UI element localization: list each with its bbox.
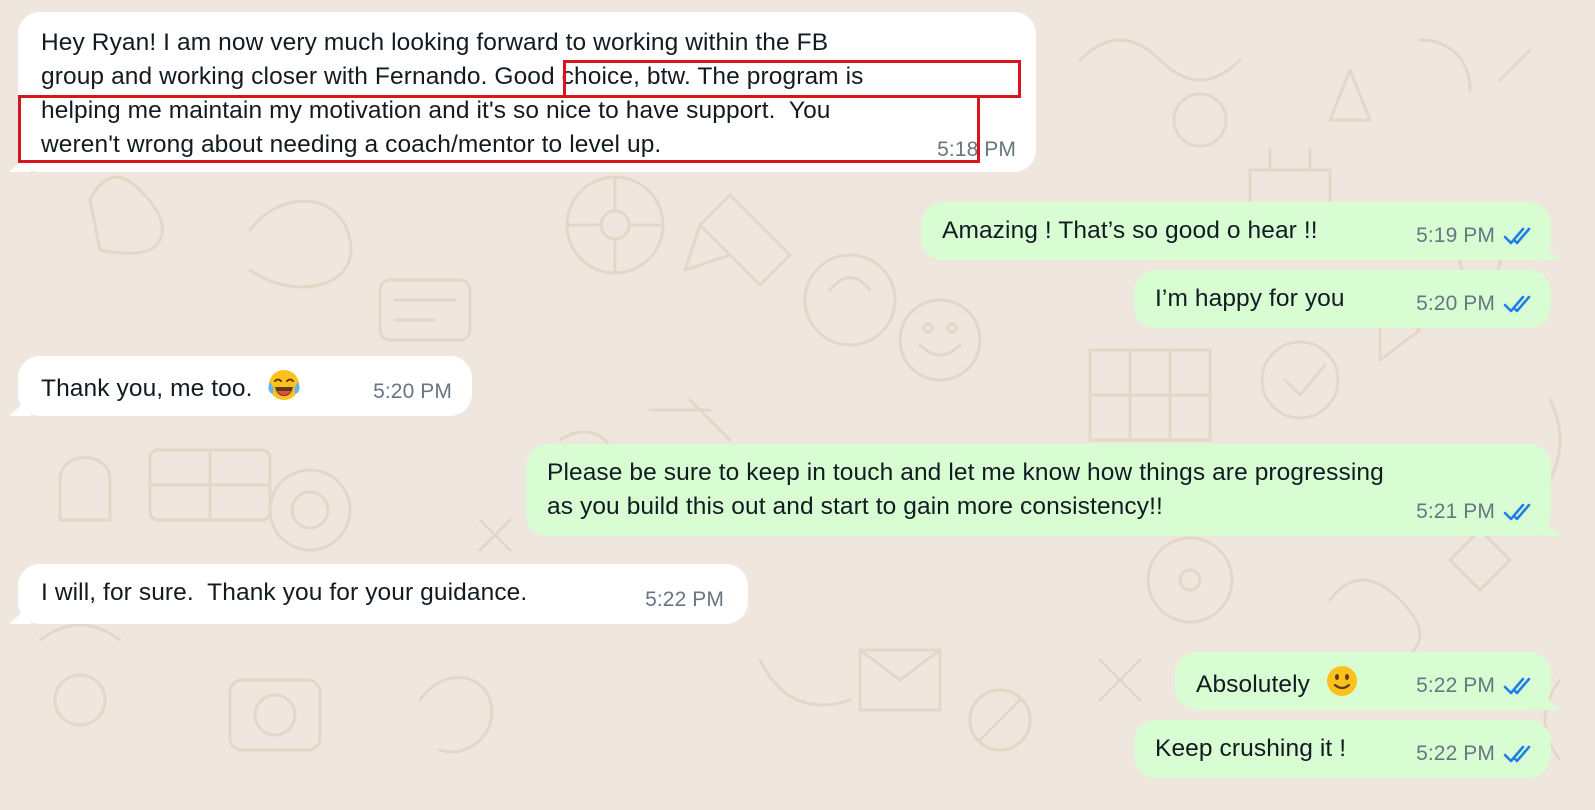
outgoing-message[interactable]: Please be sure to keep in touch and let … bbox=[526, 444, 1551, 536]
message-timestamp: 5:22 PM bbox=[1416, 674, 1495, 697]
message-line: group and working closer with Fernando. … bbox=[41, 63, 864, 90]
outgoing-message[interactable]: I’m happy for you 5:20 PM bbox=[1134, 270, 1551, 328]
message-body: Thank you, me too. bbox=[41, 368, 301, 406]
message-text: Absolutely bbox=[1196, 671, 1311, 698]
outgoing-message[interactable]: Absolutely 5:22 PM bbox=[1175, 652, 1551, 710]
message-line: helping me maintain my motivation and it… bbox=[41, 97, 831, 124]
message-timestamp: 5:20 PM bbox=[1416, 292, 1495, 315]
double-check-icon bbox=[1503, 745, 1531, 763]
message-meta: 5:21 PM bbox=[1416, 500, 1535, 524]
double-check-icon bbox=[1503, 503, 1531, 521]
message-meta: 5:20 PM bbox=[1416, 292, 1535, 316]
message-text: I will, for sure. Thank you for your gui… bbox=[41, 579, 528, 606]
double-check-icon bbox=[1503, 677, 1531, 695]
message-text: Amazing ! That’s so good o hear !! bbox=[942, 217, 1318, 244]
message-meta: 5:22 PM bbox=[1416, 742, 1535, 766]
outgoing-message[interactable]: Amazing ! That’s so good o hear !! 5:19 … bbox=[921, 202, 1551, 260]
message-text: Thank you, me too. bbox=[41, 375, 253, 402]
message-meta: 5:22 PM bbox=[1416, 674, 1535, 698]
outgoing-message[interactable]: Keep crushing it ! 5:22 PM bbox=[1134, 720, 1551, 778]
message-timestamp: 5:21 PM bbox=[1416, 500, 1495, 523]
message-line: weren't wrong about needing a coach/ment… bbox=[41, 131, 662, 158]
message-timestamp: 5:22 PM bbox=[645, 588, 724, 611]
incoming-message[interactable]: Thank you, me too. 5:20 PM bbox=[18, 356, 472, 416]
incoming-message[interactable]: Hey Ryan! I am now very much looking for… bbox=[18, 12, 1036, 172]
message-body: Absolutely bbox=[1196, 664, 1359, 702]
message-timestamp: 5:20 PM bbox=[373, 380, 452, 403]
message-timestamp: 5:22 PM bbox=[1416, 742, 1495, 765]
message-line: Hey Ryan! I am now very much looking for… bbox=[41, 29, 829, 56]
message-text: Keep crushing it ! bbox=[1155, 735, 1347, 762]
message-timestamp: 5:18 PM bbox=[937, 138, 1016, 161]
message-text: I’m happy for you bbox=[1155, 285, 1345, 312]
message-meta: 5:19 PM bbox=[1416, 224, 1535, 248]
message-timestamp: 5:19 PM bbox=[1416, 224, 1495, 247]
double-check-icon bbox=[1503, 227, 1531, 245]
smiling-face-emoji-icon bbox=[1326, 666, 1357, 696]
message-line: as you build this out and start to gain … bbox=[547, 493, 1163, 520]
double-check-icon bbox=[1503, 295, 1531, 313]
incoming-message[interactable]: I will, for sure. Thank you for your gui… bbox=[18, 564, 748, 624]
message-line: Please be sure to keep in touch and let … bbox=[547, 459, 1384, 486]
tears-of-joy-emoji-icon bbox=[268, 370, 301, 400]
